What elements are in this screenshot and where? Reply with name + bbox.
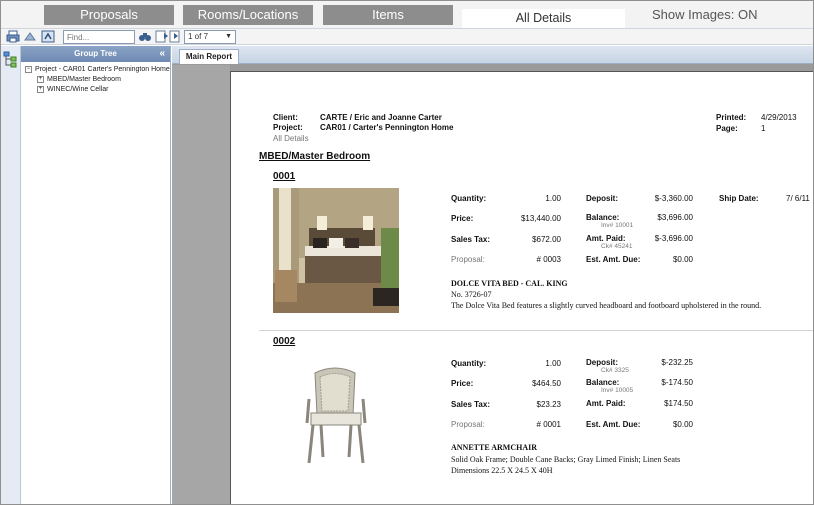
tree-node-winec[interactable]: + WINEC/Wine Cellar	[25, 85, 170, 95]
collapse-icon[interactable]: «	[159, 46, 165, 62]
printed-label: Printed:	[716, 113, 747, 122]
report-gutter	[172, 65, 230, 504]
ship-date-value: 7/ 6/11	[786, 194, 810, 203]
item-description-line: The Dolce Vita Bed features a slightly c…	[451, 301, 762, 310]
proposal-value: # 0003	[536, 255, 561, 264]
armchair-photo	[273, 353, 399, 478]
chevron-down-icon: ▼	[225, 33, 232, 40]
group-tree-title: Group Tree	[74, 49, 117, 58]
collapse-box-icon[interactable]: −	[25, 65, 32, 73]
client-label: Client:	[273, 113, 298, 122]
top-tab-bar: Proposals Rooms/Locations Items All Deta…	[1, 1, 813, 28]
sales-tax-label: Sales Tax:	[451, 235, 490, 244]
report-toolbar: 1 of 7 ▼	[1, 28, 813, 45]
item-separator	[259, 330, 813, 331]
price-label: Price:	[451, 379, 474, 388]
item-number-link[interactable]: 0001	[273, 171, 295, 182]
tab-items[interactable]: Items	[323, 5, 453, 25]
proposal-label: Proposal:	[451, 420, 485, 429]
est-amount-due-value: $0.00	[672, 255, 693, 264]
print-icon[interactable]	[6, 30, 20, 43]
show-images-toggle[interactable]: Show Images: ON	[652, 7, 758, 22]
proposal-label: Proposal:	[451, 255, 485, 264]
page-selector-value: 1 of 7	[188, 32, 209, 41]
balance-label: Balance:	[586, 378, 620, 387]
deposit-value: $-3,360.00	[654, 194, 693, 203]
price-value: $13,440.00	[520, 214, 561, 223]
page-selector[interactable]: 1 of 7 ▼	[184, 30, 236, 44]
item-number-link[interactable]: 0002	[273, 336, 295, 347]
item-image-bed	[273, 188, 399, 313]
tree-node-project[interactable]: − Project - CAR01 Carter's Pennington Hom…	[25, 65, 170, 75]
deposit-value: $-232.25	[661, 358, 693, 367]
tree-node-label: WINEC/Wine Cellar	[47, 86, 109, 93]
item-description-line: Dimensions 22.5 X 24.5 X 40H	[451, 466, 553, 475]
report-viewer: Main Report Client: CARTE / Eric and Joa…	[172, 46, 813, 504]
tree-node-label: MBED/Master Bedroom	[47, 76, 121, 83]
sales-tax-value: $672.00	[532, 235, 561, 244]
expand-box-icon[interactable]: +	[37, 85, 44, 93]
tab-rooms-locations[interactable]: Rooms/Locations	[183, 5, 313, 25]
report-tab-strip: Main Report	[172, 46, 813, 64]
paid-reference: Ck# 45241	[601, 243, 633, 250]
balance-value: $3,696.00	[657, 213, 693, 222]
find-input[interactable]	[63, 30, 135, 44]
balance-value: $-174.50	[661, 378, 693, 387]
bed-photo	[273, 188, 399, 313]
room-link[interactable]: MBED/Master Bedroom	[259, 151, 370, 162]
item-name: ANNETTE ARMCHAIR	[451, 443, 538, 452]
price-value: $464.50	[532, 379, 561, 388]
page-value: 1	[761, 124, 766, 133]
previous-page-icon[interactable]	[155, 30, 169, 43]
deposit-label: Deposit:	[586, 358, 618, 367]
client-value: CARTE / Eric and Joanne Carter	[320, 113, 442, 122]
amount-paid-label: Amt. Paid:	[586, 234, 626, 243]
amount-paid-value: $174.50	[664, 399, 693, 408]
page-label: Page:	[716, 124, 738, 133]
deposit-label: Deposit:	[586, 194, 618, 203]
balance-label: Balance:	[586, 213, 620, 222]
printed-value: 4/29/2013	[761, 113, 797, 122]
tab-all-details[interactable]: All Details	[462, 9, 625, 28]
report-subtitle: All Details	[273, 134, 309, 143]
project-value: CAR01 / Carter's Pennington Home	[320, 123, 454, 132]
proposal-value: # 0001	[536, 420, 561, 429]
project-label: Project:	[273, 123, 303, 132]
quantity-label: Quantity:	[451, 194, 487, 203]
quantity-value: 1.00	[545, 359, 561, 368]
amount-paid-label: Amt. Paid:	[586, 399, 626, 408]
est-amount-due-value: $0.00	[672, 420, 693, 429]
refresh-icon[interactable]	[41, 30, 55, 43]
export-icon[interactable]	[23, 30, 37, 43]
group-tree-panel: Group Tree « − Project - CAR01 Carter's P…	[21, 46, 171, 504]
item-name: DOLCE VITA BED - CAL. KING	[451, 279, 568, 288]
report-page: Client: CARTE / Eric and Joanne Carter P…	[230, 71, 813, 504]
deposit-reference: Ck# 3325	[601, 367, 629, 374]
tab-proposals[interactable]: Proposals	[44, 5, 174, 25]
app-window: Proposals Rooms/Locations Items All Deta…	[0, 0, 814, 505]
tree-node-mbed[interactable]: + MBED/Master Bedroom	[25, 75, 170, 85]
quantity-label: Quantity:	[451, 359, 487, 368]
expand-box-icon[interactable]: +	[37, 75, 44, 83]
tab-main-report[interactable]: Main Report	[179, 49, 239, 64]
binoculars-icon[interactable]	[138, 30, 152, 43]
balance-reference: Inv# 10005	[601, 387, 634, 394]
quantity-value: 1.00	[545, 194, 561, 203]
price-label: Price:	[451, 214, 474, 223]
sales-tax-label: Sales Tax:	[451, 400, 490, 409]
sales-tax-value: $23.23	[536, 400, 561, 409]
group-tree-header: Group Tree «	[21, 46, 170, 62]
ship-date-label: Ship Date:	[719, 194, 759, 203]
balance-reference: Inv# 10001	[601, 222, 634, 229]
tree-node-label: Project - CAR01 Carter's Pennington Home	[35, 66, 170, 73]
left-panel-strip	[1, 46, 21, 504]
item-description-line: No. 3726-07	[451, 290, 492, 299]
item-description-line: Solid Oak Frame; Double Cane Backs; Gray…	[451, 455, 681, 464]
amount-paid-value: $-3,696.00	[654, 234, 693, 243]
next-page-icon[interactable]	[169, 30, 183, 43]
group-tree-toggle-icon[interactable]	[3, 51, 18, 68]
item-image-armchair	[273, 353, 399, 478]
